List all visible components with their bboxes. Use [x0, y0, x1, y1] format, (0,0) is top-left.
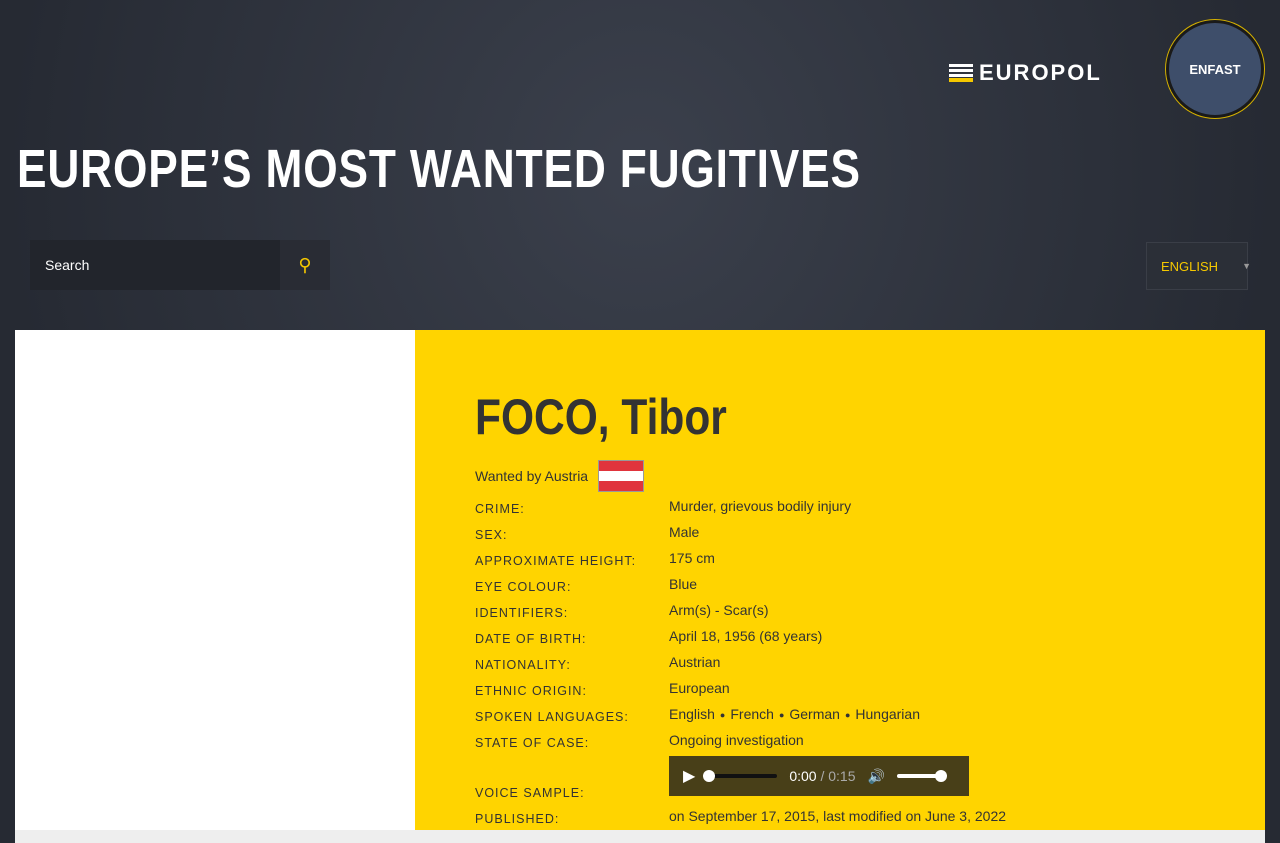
field-label: PUBLISHED: [475, 812, 560, 826]
austria-flag-icon [598, 460, 645, 492]
detail-row: SEX: Male [475, 524, 699, 542]
fugitive-name: FOCO, Tibor [475, 389, 727, 445]
wanted-by: Wanted by Austria [475, 460, 645, 492]
fugitive-details: FOCO, Tibor Wanted by Austria CRIME: Murd… [415, 330, 1265, 830]
europol-mark-icon [949, 64, 973, 82]
field-value: Arm(s) - Scar(s) [669, 602, 769, 618]
photo-panel [15, 330, 415, 830]
field-value: Male [669, 524, 700, 540]
detail-row: ETHNIC ORIGIN: European [475, 680, 730, 698]
field-value: Murder, grievous bodily injury [669, 498, 852, 514]
volume-icon[interactable]: 🔊 [867, 768, 884, 785]
europol-logo[interactable]: EUROPOL [949, 60, 1102, 86]
detail-row: EYE COLOUR: Blue [475, 576, 697, 594]
footer-strip [15, 830, 1265, 843]
field-label: VOICE SAMPLE: [475, 786, 585, 800]
detail-row: APPROXIMATE HEIGHT: 175 cm [475, 550, 715, 568]
search-box: ⚲ [30, 240, 330, 290]
detail-row: DATE OF BIRTH: April 18, 1956 (68 years) [475, 628, 822, 646]
field-label: IDENTIFIERS: [475, 606, 569, 620]
search-input[interactable] [30, 240, 280, 290]
chevron-down-icon: ▼ [1242, 261, 1251, 271]
field-value: Austrian [669, 654, 721, 670]
field-value: European [669, 680, 730, 696]
field-label: SPOKEN LANGUAGES: [475, 710, 629, 724]
audio-player: ▶ 0:00 / 0:15 🔊 [669, 756, 969, 796]
detail-row: NATIONALITY: Austrian [475, 654, 720, 672]
detail-row: IDENTIFIERS: Arm(s) - Scar(s) [475, 602, 769, 620]
languages-value: English ● French ● German ● Hungarian [669, 706, 920, 722]
enfast-logo[interactable]: ENFAST [1166, 20, 1264, 118]
search-button[interactable]: ⚲ [280, 240, 330, 290]
search-icon: ⚲ [298, 254, 312, 275]
field-value: 175 cm [669, 550, 715, 566]
language-select[interactable]: ENGLISH ▼ [1146, 242, 1251, 290]
field-value: Blue [669, 576, 698, 592]
page-title: EUROPE’S MOST WANTED FUGITIVES [17, 139, 861, 199]
field-value: April 18, 1956 (68 years) [669, 628, 823, 644]
field-label: STATE OF CASE: [475, 736, 590, 750]
field-label: APPROXIMATE HEIGHT: [475, 554, 637, 568]
detail-row: CRIME: Murder, grievous bodily injury [475, 498, 851, 516]
audio-progress-slider[interactable] [703, 770, 778, 782]
field-label: CRIME: [475, 502, 525, 516]
state-value: Ongoing investigation [669, 732, 804, 748]
field-label: NATIONALITY: [475, 658, 571, 672]
field-label: SEX: [475, 528, 508, 542]
field-label: DATE OF BIRTH: [475, 632, 587, 646]
play-icon[interactable]: ▶ [683, 766, 695, 786]
published-value: on September 17, 2015, last modified on … [669, 808, 1007, 824]
field-label: ETHNIC ORIGIN: [475, 684, 587, 698]
field-label: EYE COLOUR: [475, 580, 572, 594]
volume-slider[interactable] [896, 770, 947, 782]
